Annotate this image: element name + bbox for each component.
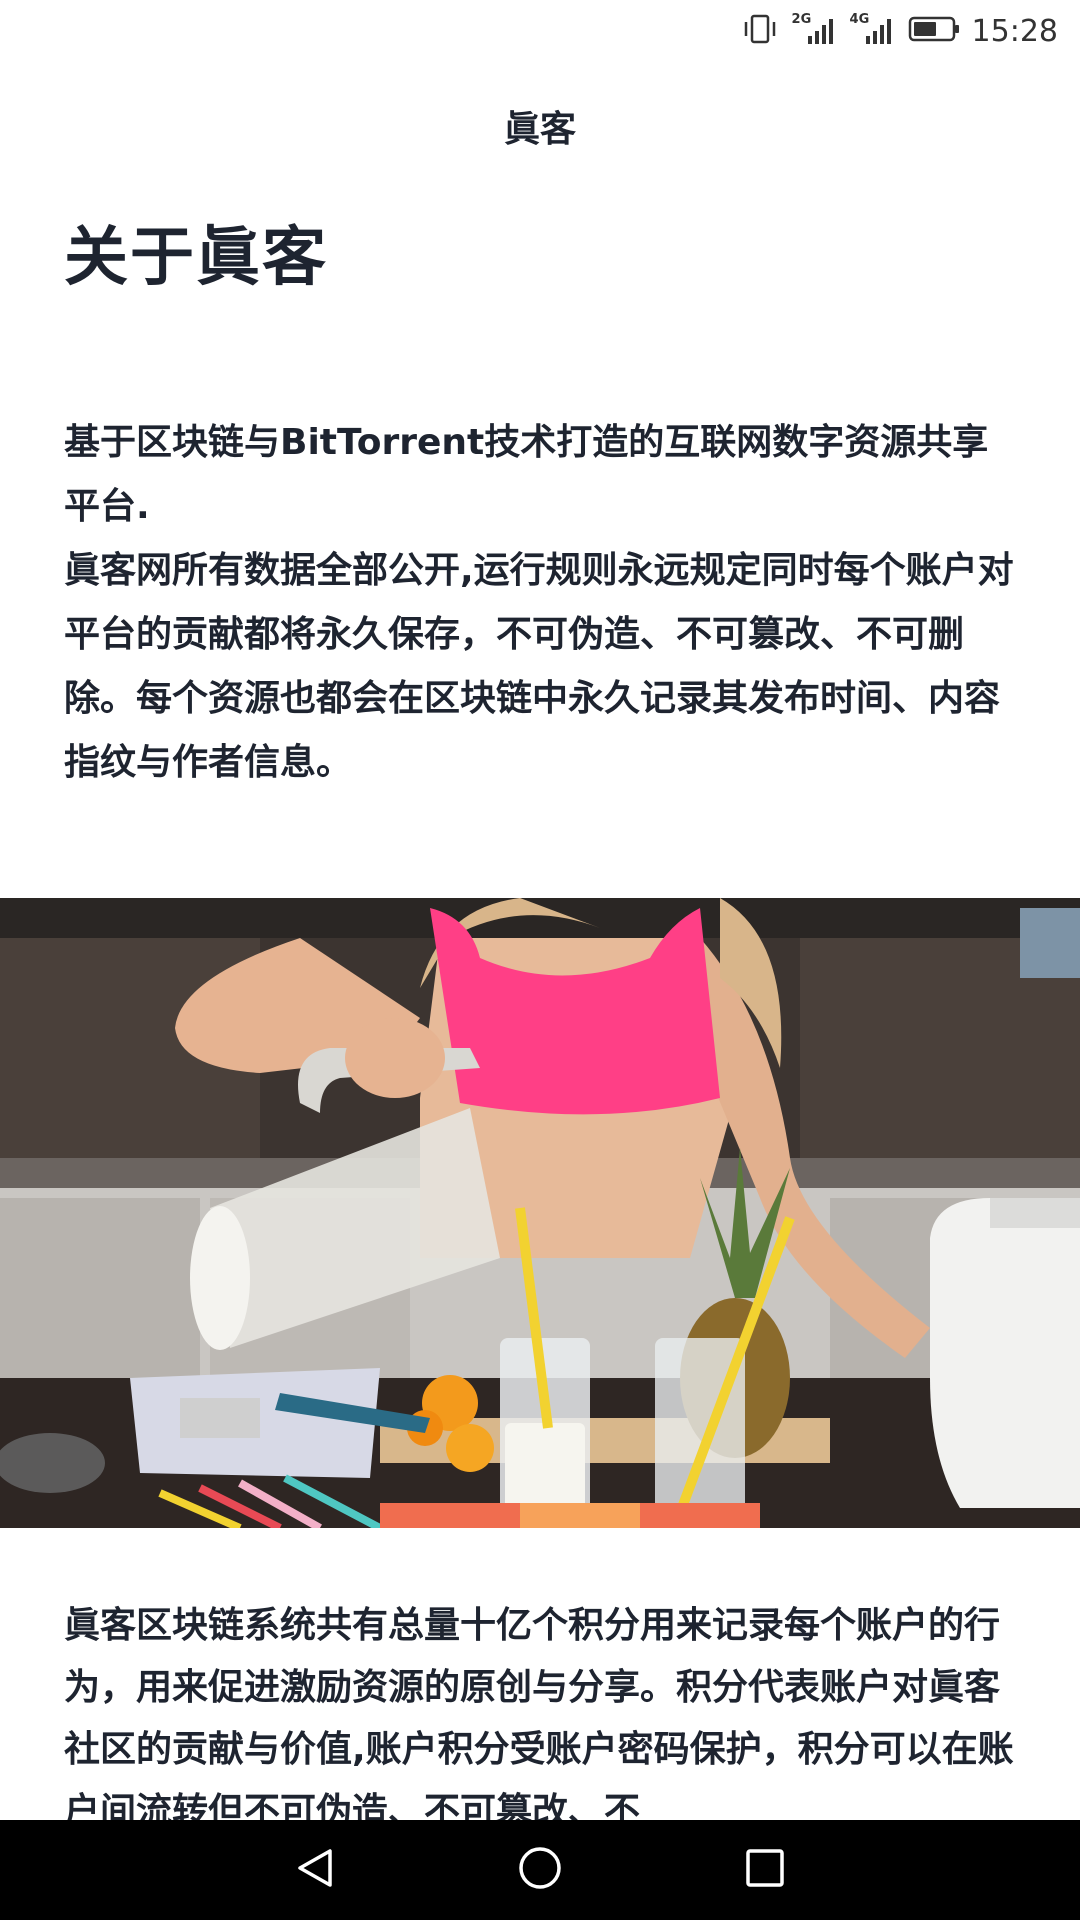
intro-text: 基于区块链与BitTorrent技术打造的互联网数字资源共享平台. 眞客网所有数…	[0, 411, 1080, 795]
recents-button[interactable]	[735, 1840, 795, 1900]
recents-icon	[743, 1846, 787, 1894]
status-bar: 2G 4G 15:28	[0, 0, 1080, 62]
intro-paragraph-2: 眞客网所有数据全部公开,运行规则永远规定同时每个账户对平台的贡献都将永久保存，不…	[64, 550, 1014, 783]
woman-pouring-smoothie-photo	[0, 898, 1080, 1528]
intro-paragraph-1: 基于区块链与BitTorrent技术打造的互联网数字资源共享平台.	[64, 422, 989, 527]
screen: 2G 4G 15:28 眞客 关于眞客 基于区块链与BitTorrent技术打造…	[0, 0, 1080, 1920]
page-title: 眞客	[503, 109, 576, 150]
content-area[interactable]: 关于眞客 基于区块链与BitTorrent技术打造的互联网数字资源共享平台. 眞…	[0, 210, 1080, 1820]
status-time: 15:28	[971, 13, 1058, 49]
points-paragraph: 眞客区块链系统共有总量十亿个积分用来记录每个账户的行为，用来促进激励资源的原创与…	[64, 1605, 1014, 1820]
points-description: 眞客区块链系统共有总量十亿个积分用来记录每个账户的行为，用来促进激励资源的原创与…	[0, 1595, 1080, 1820]
status-icons: 2G 4G	[740, 12, 962, 49]
signal-2g-icon: 2G	[792, 12, 838, 48]
battery-icon	[908, 15, 962, 47]
home-icon	[516, 1844, 564, 1896]
back-icon	[292, 1845, 338, 1895]
nav-bar	[0, 1820, 1080, 1920]
about-heading: 关于眞客	[64, 221, 328, 295]
back-button[interactable]	[285, 1840, 345, 1900]
signal-4g-icon: 4G	[850, 12, 896, 48]
hero-image	[0, 898, 1080, 1528]
home-button[interactable]	[510, 1840, 570, 1900]
vibrate-icon	[740, 13, 780, 49]
